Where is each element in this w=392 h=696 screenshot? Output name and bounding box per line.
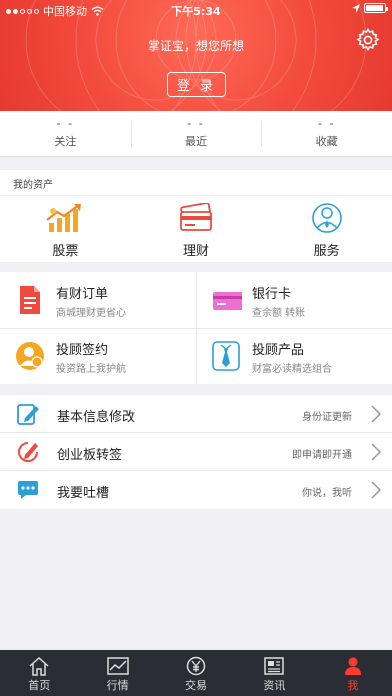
asset-stock[interactable]: 股票 [0, 196, 131, 259]
stat-recent[interactable]: - - 最近 [130, 111, 262, 156]
list-item-label: 创业板转签 [57, 448, 123, 463]
edit-icon [17, 404, 39, 425]
feature-grid: 有财订单 商城理财更省心 银行卡 查余额 转账 投顾签约 投资路上我护航 投顾产… [0, 272, 392, 384]
profile-header: 中国移动 下午5:34 掌证宝，想您所想 登 录 [0, 0, 392, 111]
list-item-gem-transfer[interactable]: 创业板转签 即申请即开通 [0, 433, 392, 471]
tab-market[interactable]: 行情 [78, 650, 156, 696]
status-bar: 中国移动 下午5:34 [0, 0, 392, 20]
grid-title: 有财订单 [56, 287, 109, 302]
grid-title: 投顾产品 [252, 343, 305, 358]
market-chart-icon [106, 657, 129, 675]
login-button[interactable]: 登 录 [167, 72, 226, 97]
grid-subtitle: 查余额 转账 [252, 308, 306, 319]
grid-title: 银行卡 [252, 287, 292, 302]
grid-advisor-sign[interactable]: 投顾签约 投资路上我护航 [0, 328, 196, 384]
chat-icon [18, 481, 38, 499]
stat-favorites[interactable]: - - 收藏 [261, 111, 392, 156]
asset-label: 服务 [313, 244, 340, 259]
list-item-hint: 你说，我听 [302, 488, 352, 499]
grid-subtitle: 商城理财更省心 [56, 308, 126, 319]
list-item-basic-info[interactable]: 基本信息修改 身份证更新 [0, 395, 392, 433]
news-icon [264, 657, 285, 675]
stat-label: 关注 [54, 135, 77, 148]
stat-value: - - [56, 117, 75, 130]
location-icon [352, 3, 360, 13]
bank-card-icon [213, 292, 242, 310]
tab-label: 交易 [185, 679, 208, 692]
asset-finance[interactable]: 理财 [131, 196, 262, 259]
battery-icon [364, 3, 388, 13]
status-time: 下午5:34 [171, 5, 221, 18]
person-icon [344, 657, 361, 675]
tie-icon [212, 341, 240, 371]
chevron-right-icon [371, 443, 382, 461]
stat-value: - - [187, 117, 205, 130]
cards-icon [180, 202, 212, 231]
tab-home[interactable]: 首页 [0, 650, 78, 696]
stock-chart-icon [46, 204, 82, 232]
asset-label: 股票 [52, 244, 79, 259]
tab-trade[interactable]: 交易 [157, 650, 235, 696]
tab-label: 首页 [28, 679, 51, 692]
grid-advisor-products[interactable]: 投顾产品 财富必读精选组合 [196, 328, 392, 384]
tab-me[interactable]: 我 [314, 650, 392, 696]
stat-label: 最近 [185, 135, 207, 148]
grid-orders[interactable]: 有财订单 商城理财更省心 [0, 272, 196, 328]
list-item-hint: 即申请即开通 [292, 450, 352, 461]
bottom-tab-bar: 首页 行情 交易 资讯 我 [0, 650, 392, 696]
asset-label: 理财 [183, 244, 210, 259]
grid-divider [196, 272, 197, 384]
list-item-label: 基本信息修改 [57, 410, 136, 425]
stat-label: 收藏 [315, 135, 338, 148]
asset-service[interactable]: 服务 [261, 196, 392, 259]
section-title: 我的资产 [0, 170, 392, 196]
tab-news[interactable]: 资讯 [235, 650, 313, 696]
tab-label: 资讯 [263, 679, 286, 692]
header-slogan: 掌证宝，想您所想 [147, 39, 244, 53]
grid-title: 投顾签约 [56, 343, 109, 358]
advisor-avatar-icon [16, 342, 44, 370]
yen-icon [186, 656, 206, 676]
grid-subtitle: 财富必读精选组合 [252, 364, 332, 375]
chevron-right-icon [371, 481, 382, 499]
list-item-label: 我要吐槽 [57, 486, 110, 501]
tab-label: 我 [347, 679, 359, 692]
settings-list: 基本信息修改 身份证更新 创业板转签 即申请即开通 我要吐槽 你说，我听 [0, 395, 392, 509]
my-assets-section: 我的资产 股票 理财 服务 [0, 170, 392, 262]
stats-row: - - 关注 - - 最近 - - 收藏 [0, 111, 392, 157]
home-icon [29, 656, 49, 676]
service-person-icon [311, 203, 342, 233]
document-icon [20, 286, 40, 314]
grid-subtitle: 投资路上我护航 [56, 364, 126, 375]
tab-label: 行情 [106, 679, 129, 692]
gear-icon[interactable] [356, 28, 380, 52]
sign-icon [18, 442, 38, 462]
grid-bank-card[interactable]: 银行卡 查余额 转账 [196, 272, 392, 328]
chevron-right-icon [371, 405, 382, 423]
stat-value: - - [317, 117, 336, 130]
stat-follow[interactable]: - - 关注 [0, 111, 131, 156]
list-item-feedback[interactable]: 我要吐槽 你说，我听 [0, 471, 392, 509]
list-item-hint: 身份证更新 [302, 412, 352, 423]
